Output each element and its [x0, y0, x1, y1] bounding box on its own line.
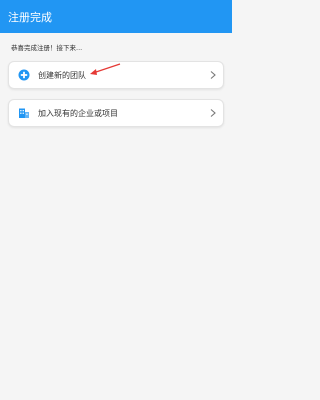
chevron-right-icon: [210, 109, 216, 117]
page-title: 注册完成: [8, 10, 52, 24]
join-existing-option[interactable]: 加入现有的企业或项目: [8, 99, 224, 127]
chevron-right-icon: [210, 71, 216, 79]
red-arrow-annotation: [90, 63, 121, 75]
welcome-message: 恭喜完成注册！接下来...: [11, 44, 83, 52]
app-bar: 注册完成: [0, 0, 232, 33]
plus-circle-icon: [18, 69, 30, 81]
building-icon: [18, 107, 30, 119]
create-team-label: 创建新的团队: [38, 70, 86, 80]
join-existing-label: 加入现有的企业或项目: [38, 108, 118, 118]
